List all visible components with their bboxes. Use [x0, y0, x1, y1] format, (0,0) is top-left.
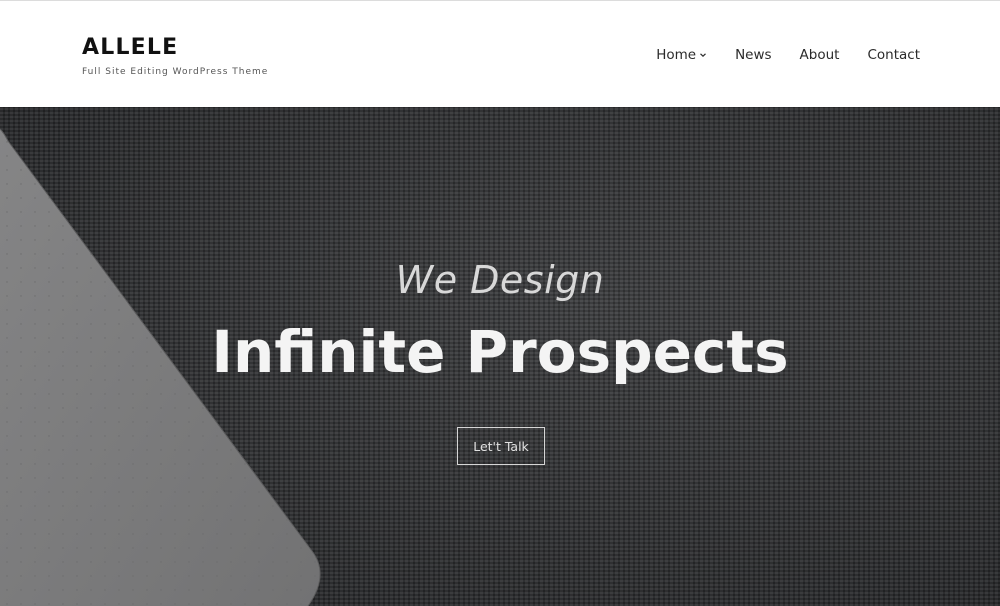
hero-title: Infinite Prospects [211, 318, 789, 386]
hero-kicker: We Design [395, 258, 605, 302]
nav-item-contact[interactable]: Contact [867, 47, 920, 63]
nav-item-home[interactable]: Home [656, 47, 707, 63]
nav-item-about[interactable]: About [800, 47, 840, 63]
site-header: ALLELE Full Site Editing WordPress Theme… [0, 0, 1000, 107]
nav-item-news[interactable]: News [735, 47, 771, 63]
primary-navigation: Home News About Contact [656, 47, 920, 63]
nav-item-label: News [735, 47, 772, 63]
hero-cover: We Design Infinite Prospects Let't Talk [0, 107, 1000, 606]
site-tagline: Full Site Editing WordPress Theme [82, 67, 269, 77]
chevron-down-icon [700, 53, 706, 58]
site-branding: ALLELE Full Site Editing WordPress Theme [82, 36, 268, 78]
lets-talk-button[interactable]: Let't Talk [457, 427, 545, 465]
nav-item-label: About [799, 47, 840, 63]
site-title[interactable]: ALLELE [82, 36, 268, 60]
nav-item-label: Home [656, 47, 697, 63]
nav-item-label: Contact [867, 47, 920, 63]
hero-content: We Design Infinite Prospects Let't Talk [0, 107, 1000, 606]
